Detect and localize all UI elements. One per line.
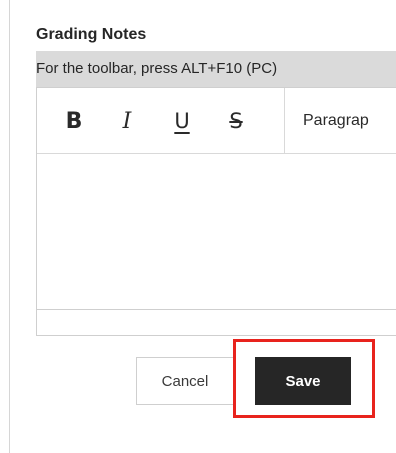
underline-button[interactable]: U [167,106,197,136]
editor-status-bar [37,309,396,336]
toolbar-hint: For the toolbar, press ALT+F10 (PC) [36,51,396,87]
cancel-button[interactable]: Cancel [136,357,234,405]
editor-toolbar: B I U S Paragrap [37,88,396,154]
grading-notes-title: Grading Notes [36,26,147,43]
bold-button[interactable]: B [59,106,89,136]
save-button[interactable]: Save [255,357,351,405]
paragraph-format-dropdown[interactable]: Paragrap [303,108,369,134]
editor-text-area[interactable] [37,154,396,309]
rich-text-editor: B I U S Paragrap [36,87,396,336]
italic-button[interactable]: I [112,106,142,136]
strikethrough-button[interactable]: S [221,106,251,136]
toolbar-divider [284,88,285,153]
